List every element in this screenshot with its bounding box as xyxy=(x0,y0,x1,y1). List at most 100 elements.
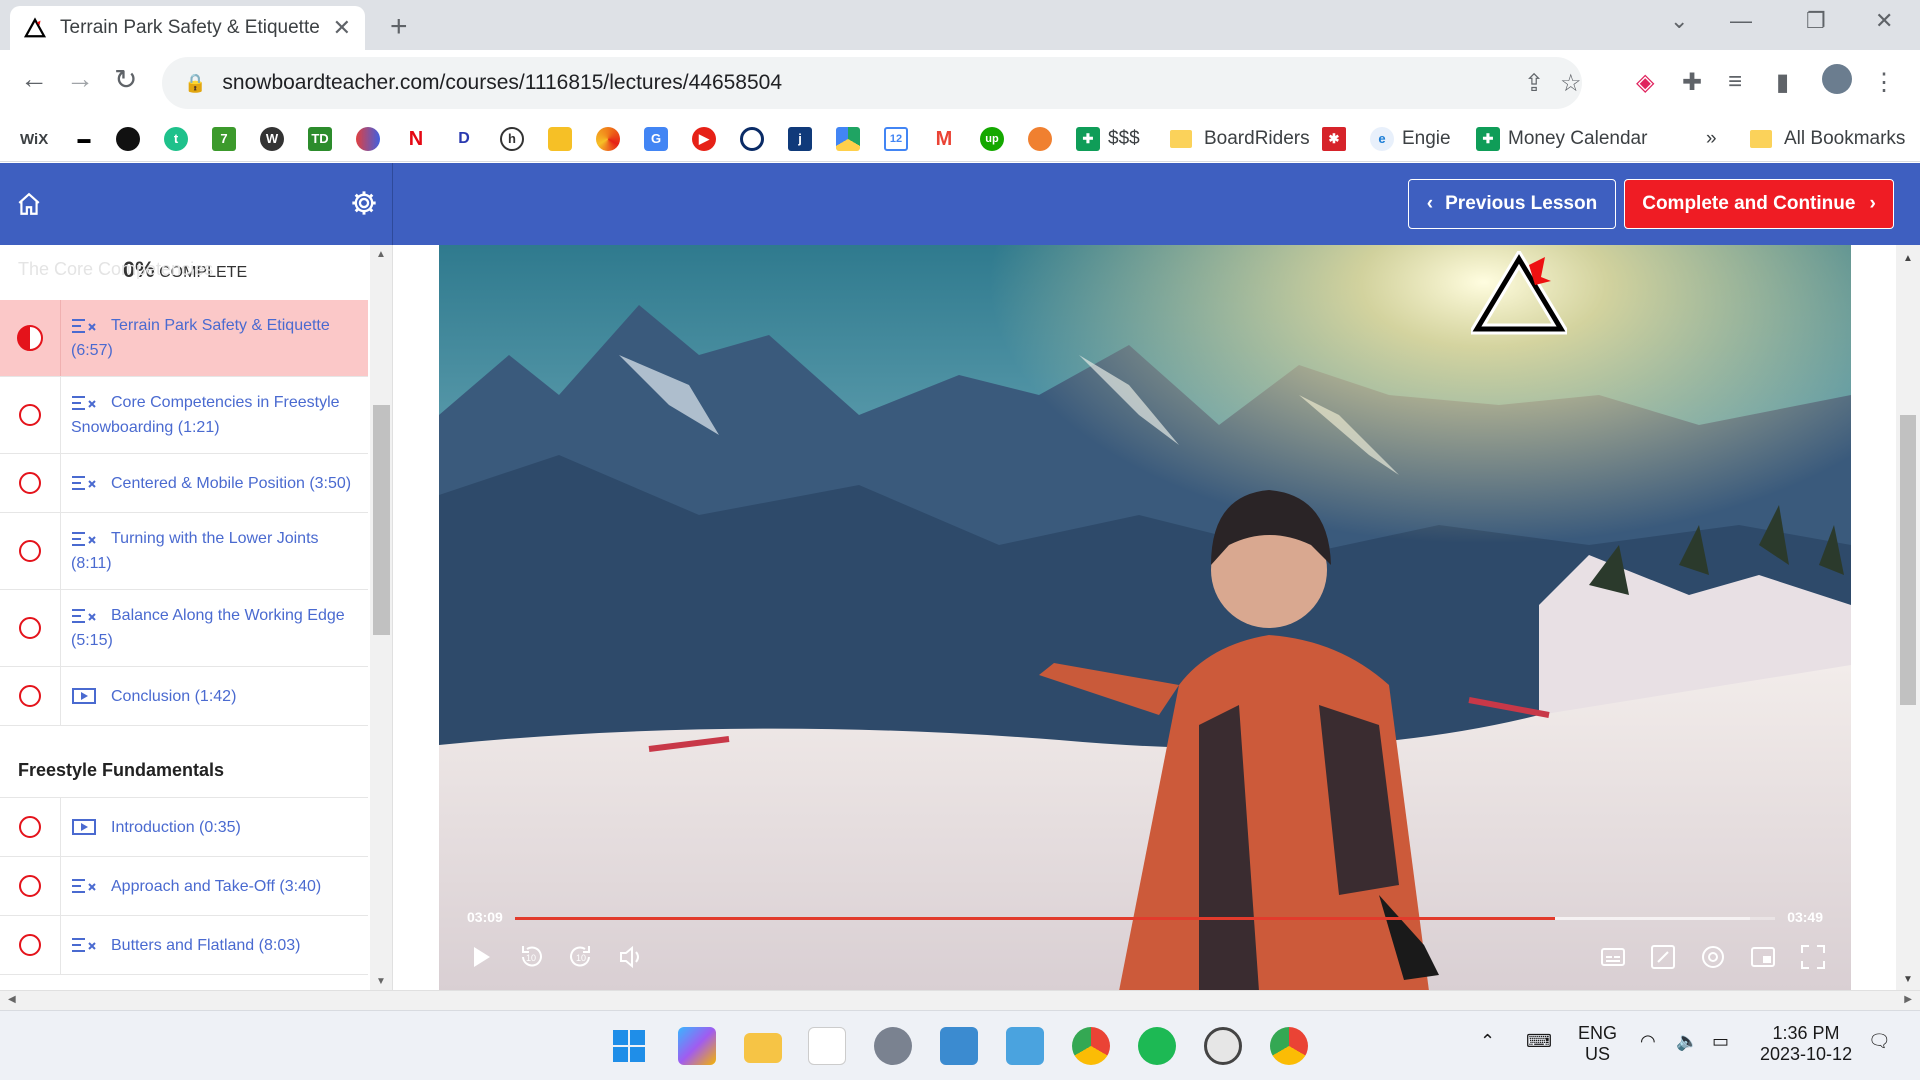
bookmark-engie[interactable]: e Engie xyxy=(1370,126,1451,152)
bookmark-seven-icon[interactable]: 7 xyxy=(212,126,244,152)
video-player[interactable]: 03:09 03:49 10 10 xyxy=(439,245,1851,991)
sidebar-scroll-thumb[interactable] xyxy=(373,405,390,635)
play-icon[interactable] xyxy=(467,943,495,971)
bookmark-keep-icon[interactable] xyxy=(548,126,580,152)
share-icon[interactable]: ⇪ xyxy=(1524,69,1544,98)
bookmark-drive-icon[interactable] xyxy=(836,126,868,152)
bookmark-t-icon[interactable]: t xyxy=(164,126,196,152)
bookmark-boardriders-folder[interactable]: BoardRiders xyxy=(1170,126,1310,152)
back-icon[interactable]: ← xyxy=(20,63,48,95)
bookmark-wix[interactable]: WiX xyxy=(20,126,48,152)
media-control-icon[interactable]: ≡ xyxy=(1728,68,1742,96)
page-scroll-up-icon[interactable]: ▲ xyxy=(1903,253,1913,264)
scroll-left-icon[interactable]: ◀ xyxy=(8,994,16,1005)
home-icon[interactable] xyxy=(16,191,42,217)
url-text[interactable]: snowboardteacher.com/courses/1116815/lec… xyxy=(222,71,782,95)
speaker-icon[interactable]: 🔈 xyxy=(1676,1031,1698,1052)
lecture-item-introduction[interactable]: Introduction (0:35) xyxy=(0,798,368,857)
settings-icon[interactable] xyxy=(1699,943,1727,971)
minimize-icon[interactable]: — xyxy=(1730,8,1752,34)
bookmark-calendar-icon[interactable]: 12 xyxy=(884,126,916,152)
lecture-item-conclusion[interactable]: Conclusion (1:42) xyxy=(0,667,368,726)
file-explorer-icon[interactable] xyxy=(744,1033,782,1063)
side-panel-icon[interactable]: ▮ xyxy=(1776,68,1789,97)
window-close-icon[interactable]: ✕ xyxy=(1875,8,1893,34)
tab-search-icon[interactable]: ⌄ xyxy=(1670,8,1688,34)
all-bookmarks-folder[interactable]: All Bookmarks xyxy=(1750,126,1905,152)
bookmark-pinwheel-icon[interactable] xyxy=(596,126,628,152)
lecture-item-terrain-park-safety[interactable]: Terrain Park Safety & Etiquette (6:57) xyxy=(0,300,368,377)
notepad-icon[interactable] xyxy=(1006,1027,1044,1065)
gear-icon[interactable] xyxy=(350,189,378,217)
omnibox[interactable]: 🔒 snowboardteacher.com/courses/1116815/l… xyxy=(162,57,1582,109)
lecture-item-centered-mobile-position[interactable]: Centered & Mobile Position (3:50) xyxy=(0,454,368,513)
tab-close-icon[interactable]: ✕ xyxy=(333,15,351,41)
bookmark-j-icon[interactable]: j xyxy=(788,126,820,152)
bookmark-wordpress-icon[interactable]: W xyxy=(260,126,292,152)
bookmark-circle-icon[interactable] xyxy=(116,126,148,152)
horizontal-scrollbar[interactable]: ◀ ▶ xyxy=(0,990,1920,1010)
profile-avatar[interactable] xyxy=(1822,64,1852,94)
copilot-icon[interactable] xyxy=(678,1027,716,1065)
sidebar-scrollbar[interactable]: ▲ ▼ xyxy=(370,245,392,991)
scroll-right-icon[interactable]: ▶ xyxy=(1904,994,1912,1005)
bookmark-red-square-icon[interactable]: ✱ xyxy=(1322,126,1354,152)
clock-app-icon[interactable] xyxy=(1204,1027,1242,1065)
complete-and-continue-button[interactable]: Complete and Continue › xyxy=(1624,179,1894,229)
bookmark-gradient-icon[interactable] xyxy=(356,126,388,152)
bookmark-star-icon[interactable]: ☆ xyxy=(1560,69,1582,98)
picture-in-picture-icon[interactable] xyxy=(1749,943,1777,971)
page-scrollbar[interactable]: ▲ ▼ xyxy=(1896,245,1920,991)
snipping-tool-icon[interactable] xyxy=(808,1027,846,1065)
rewind-10-icon[interactable]: 10 xyxy=(517,943,545,971)
keyboard-icon[interactable]: ⌨ xyxy=(1526,1031,1552,1052)
restore-icon[interactable]: ❐ xyxy=(1806,8,1826,34)
scroll-up-arrow-icon[interactable]: ▲ xyxy=(376,249,386,260)
bookmark-td-icon[interactable]: TD xyxy=(308,126,340,152)
lecture-item-turning-lower-joints[interactable]: Turning with the Lower Joints (8:11) xyxy=(0,513,368,590)
browser-tab[interactable]: Terrain Park Safety & Etiquette | ✕ xyxy=(10,6,365,50)
forward-icon[interactable]: → xyxy=(66,63,94,95)
volume-icon[interactable] xyxy=(617,943,645,971)
language-indicator[interactable]: ENG US xyxy=(1578,1023,1617,1065)
bookmark-money-calendar[interactable]: ✚ Money Calendar xyxy=(1476,126,1647,152)
pocket-icon[interactable]: ◈ xyxy=(1636,68,1654,97)
previous-lesson-button[interactable]: ‹ Previous Lesson xyxy=(1408,179,1616,229)
lock-icon[interactable]: 🔒 xyxy=(184,73,206,94)
reload-icon[interactable]: ↻ xyxy=(114,63,137,96)
bookmark-gmail-icon[interactable]: M xyxy=(932,126,964,152)
extensions-icon[interactable]: ✚ xyxy=(1682,68,1702,97)
battery-icon[interactable]: ▭ xyxy=(1712,1031,1729,1052)
lecture-item-core-competencies[interactable]: Core Competencies in Freestyle Snowboard… xyxy=(0,377,368,454)
chrome-profile-1-icon[interactable] xyxy=(1072,1027,1110,1065)
captions-icon[interactable] xyxy=(1599,943,1627,971)
seek-bar[interactable] xyxy=(515,917,1775,920)
new-tab-button[interactable]: + xyxy=(390,10,408,44)
page-scroll-down-icon[interactable]: ▼ xyxy=(1903,974,1913,985)
bookmark-ring-icon[interactable] xyxy=(740,126,772,152)
menu-kebab-icon[interactable]: ⋮ xyxy=(1872,68,1896,97)
bookmark-orange-dot-icon[interactable] xyxy=(1028,126,1060,152)
bookmark-dash-icon[interactable]: ▬ xyxy=(72,126,104,152)
lecture-item-butters-flatland[interactable]: Butters and Flatland (8:03) xyxy=(0,916,368,975)
show-hidden-icons-chevron-icon[interactable]: ⌃ xyxy=(1480,1031,1495,1052)
chrome-profile-2-icon[interactable] xyxy=(1270,1027,1308,1065)
wifi-icon[interactable]: ◠ xyxy=(1640,1031,1656,1052)
fullscreen-icon[interactable] xyxy=(1799,943,1827,971)
settings-app-icon[interactable] xyxy=(874,1027,912,1065)
bookmark-h-icon[interactable]: h xyxy=(500,126,532,152)
notifications-icon[interactable]: 🗨 xyxy=(1868,1031,1891,1052)
page-scroll-thumb[interactable] xyxy=(1900,415,1916,705)
bookmark-translate-icon[interactable]: G xyxy=(644,126,676,152)
forward-10-icon[interactable]: 10 xyxy=(567,943,595,971)
notes-edit-icon[interactable] xyxy=(1649,943,1677,971)
lecture-item-approach-take-off[interactable]: Approach and Take-Off (3:40) xyxy=(0,857,368,916)
bookmark-netflix-icon[interactable]: N xyxy=(404,126,436,152)
start-icon[interactable] xyxy=(610,1027,648,1065)
more-bookmarks-chevron-icon[interactable]: » xyxy=(1706,126,1717,152)
spotify-icon[interactable] xyxy=(1138,1027,1176,1065)
bookmark-youtube-icon[interactable]: ▶ xyxy=(692,126,724,152)
lecture-item-balance-working-edge[interactable]: Balance Along the Working Edge (5:15) xyxy=(0,590,368,667)
bookmark-money-sheet[interactable]: ✚ $$$ xyxy=(1076,126,1140,152)
touch-keyboard-icon[interactable] xyxy=(940,1027,978,1065)
